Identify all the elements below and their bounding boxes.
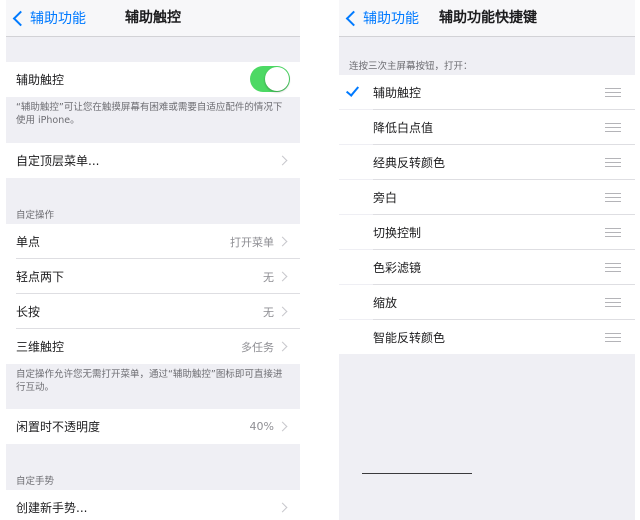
- shortcut-item-label: 智能反转颜色: [373, 330, 446, 345]
- assistive-touch-screen: 辅助功能 辅助触控 辅助触控 “辅助触控”可让您在触摸屏幕有困难或需要自适应配件…: [6, 0, 300, 520]
- nav-bar: 辅助功能 辅助功能快捷键: [339, 0, 635, 37]
- page-title: 辅助触控: [125, 10, 181, 26]
- reorder-handle-icon[interactable]: [605, 298, 621, 310]
- action-3d-touch-row[interactable]: 三维触控 多任务: [6, 329, 300, 364]
- idle-opacity-value: 40%: [249, 420, 274, 433]
- screenshot-gutter: [300, 0, 339, 520]
- assistive-touch-toggle-row: 辅助触控: [6, 62, 300, 97]
- custom-actions-header: 自定操作: [16, 210, 55, 221]
- action-value: 打开菜单: [230, 235, 274, 249]
- nav-bar: 辅助功能 辅助触控: [6, 0, 300, 37]
- chevron-left-icon: [345, 10, 362, 26]
- shortcut-item-label: 色彩滤镜: [373, 260, 422, 275]
- switch-knob: [265, 67, 289, 91]
- shortcut-item-switch-control[interactable]: 切换控制: [339, 215, 635, 249]
- reorder-handle-icon[interactable]: [605, 123, 621, 135]
- checkmark-icon: [345, 83, 360, 97]
- action-value: 无: [263, 270, 274, 284]
- assistive-touch-label: 辅助触控: [16, 73, 65, 87]
- create-gesture-row[interactable]: 创建新手势...: [6, 490, 300, 520]
- chevron-right-icon: [277, 306, 288, 317]
- action-double-tap-row[interactable]: 轻点两下 无: [6, 259, 300, 294]
- reorder-handle-icon[interactable]: [605, 263, 621, 275]
- reorder-handle-icon[interactable]: [605, 158, 621, 170]
- custom-gestures-header: 自定手势: [16, 476, 55, 487]
- shortcut-item-reduce-white-point[interactable]: 降低白点值: [339, 110, 635, 144]
- shortcut-item-zoom[interactable]: 缩放: [339, 285, 635, 319]
- back-label: 辅助功能: [363, 11, 419, 27]
- shortcut-item-label: 降低白点值: [373, 120, 434, 135]
- shortcut-item-label: 辅助触控: [373, 85, 422, 100]
- page-title: 辅助功能快捷键: [439, 10, 537, 26]
- reorder-handle-icon[interactable]: [605, 88, 621, 100]
- action-label: 长按: [16, 305, 41, 319]
- idle-opacity-row[interactable]: 闲置时不透明度 40%: [6, 409, 300, 444]
- shortcut-item-color-filters[interactable]: 色彩滤镜: [339, 250, 635, 284]
- shortcut-item-smart-invert[interactable]: 智能反转颜色: [339, 320, 635, 354]
- shortcut-item-label: 缩放: [373, 295, 398, 310]
- assistive-touch-note: “辅助触控”可让您在触摸屏幕有困难或需要自适应配件的情况下使用 iPhone。: [16, 102, 283, 126]
- shortcut-item-label: 切换控制: [373, 225, 422, 240]
- action-label: 单点: [16, 235, 41, 249]
- custom-top-menu-label: 自定顶层菜单...: [16, 154, 100, 168]
- shortcut-item-classic-invert[interactable]: 经典反转颜色: [339, 145, 635, 179]
- action-long-press-row[interactable]: 长按 无: [6, 294, 300, 329]
- chevron-right-icon: [277, 236, 288, 247]
- home-indicator: [362, 473, 472, 474]
- chevron-right-icon: [277, 421, 288, 432]
- action-value: 无: [263, 305, 274, 319]
- assistive-touch-switch[interactable]: [250, 66, 290, 92]
- shortcut-section-header: 连按三次主屏幕按钮，打开：: [349, 61, 473, 72]
- shortcut-item-label: 经典反转颜色: [373, 155, 446, 170]
- custom-actions-note: 自定操作允许您无需打开菜单，通过“辅助触控”图标即可直接进行互动。: [16, 369, 283, 393]
- reorder-handle-icon[interactable]: [605, 193, 621, 205]
- custom-top-menu-row[interactable]: 自定顶层菜单...: [6, 143, 300, 178]
- action-label: 三维触控: [16, 340, 65, 354]
- chevron-right-icon: [277, 502, 288, 513]
- action-value: 多任务: [241, 340, 274, 354]
- chevron-right-icon: [277, 155, 288, 166]
- chevron-right-icon: [277, 341, 288, 352]
- shortcut-item-label: 旁白: [373, 190, 398, 205]
- back-button[interactable]: 辅助功能: [345, 0, 419, 36]
- reorder-handle-icon[interactable]: [605, 228, 621, 240]
- shortcut-item-voiceover[interactable]: 旁白: [339, 180, 635, 214]
- action-label: 轻点两下: [16, 270, 65, 284]
- create-gesture-label: 创建新手势...: [16, 501, 88, 515]
- reorder-handle-icon[interactable]: [605, 333, 621, 345]
- accessibility-shortcut-screen: 辅助功能 辅助功能快捷键 连按三次主屏幕按钮，打开： 辅助触控 降低白点值 经典…: [339, 0, 635, 520]
- chevron-right-icon: [277, 271, 288, 282]
- idle-opacity-label: 闲置时不透明度: [16, 420, 101, 434]
- action-single-tap-row[interactable]: 单点 打开菜单: [6, 224, 300, 259]
- shortcut-item-assistive-touch[interactable]: 辅助触控: [339, 75, 635, 109]
